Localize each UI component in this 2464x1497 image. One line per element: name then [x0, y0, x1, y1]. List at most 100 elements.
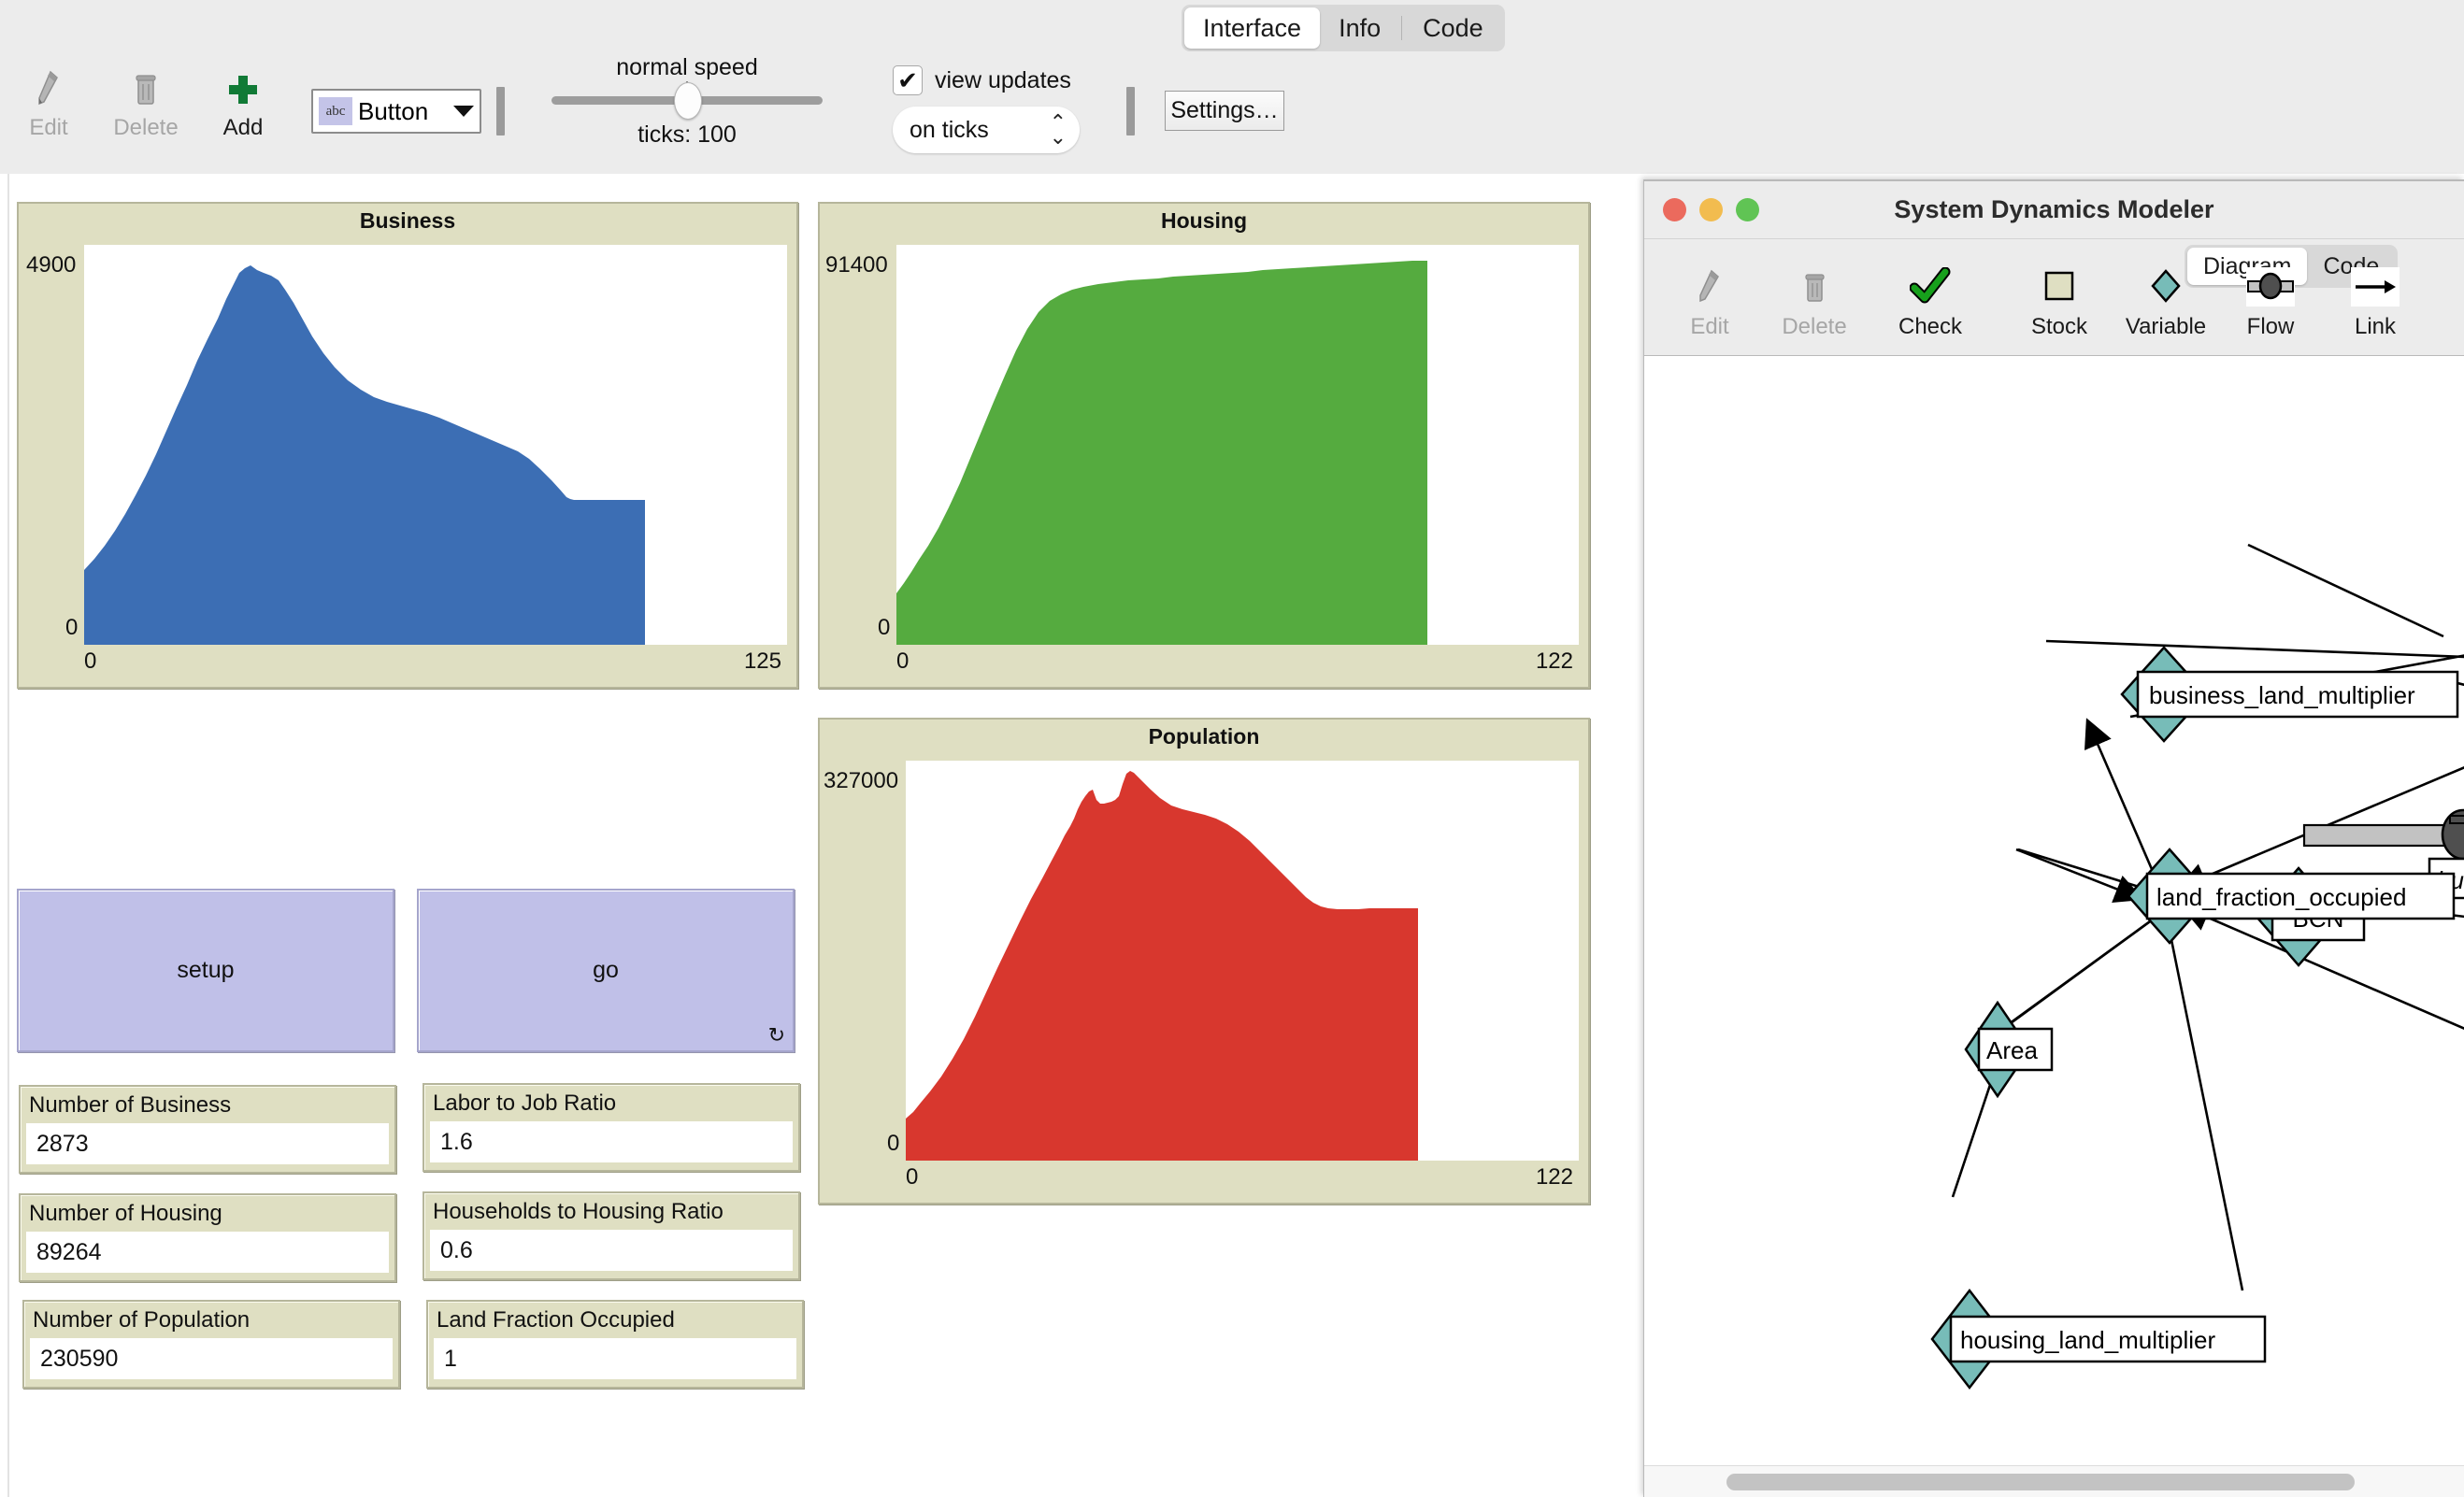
delete-label: Delete — [113, 115, 178, 141]
tab-code[interactable]: Code — [1404, 7, 1502, 49]
speed-slider-knob[interactable] — [674, 82, 702, 120]
sdm-stock-button[interactable]: Stock — [2007, 265, 2112, 340]
node-area: Area — [1966, 1003, 2052, 1096]
go-button[interactable]: go ↻ — [417, 889, 795, 1052]
speed-slider[interactable] — [552, 96, 823, 105]
setup-button[interactable]: setup — [17, 889, 394, 1052]
sdm-delete-label: Delete — [1782, 314, 1846, 340]
housing-ymin-label: 0 — [878, 615, 890, 641]
ticks-counter: ticks: 100 — [552, 121, 823, 149]
number-of-business-monitor[interactable]: Number of Business 2873 — [19, 1085, 396, 1174]
trash-icon — [129, 67, 163, 110]
population-ymax-label: 327000 — [824, 768, 898, 794]
number-of-population-label: Number of Population — [24, 1302, 398, 1338]
forever-icon: ↻ — [768, 1025, 785, 1046]
system-dynamics-modeler-window: System Dynamics Modeler Diagram Code Edi… — [1643, 179, 2464, 1497]
households-to-housing-ratio-label: Households to Housing Ratio — [424, 1193, 798, 1230]
link-icon — [2351, 265, 2400, 308]
canvas-left-edge — [7, 174, 9, 1497]
housing-xmax-label: 122 — [1536, 649, 1573, 675]
tab-divider — [1401, 16, 1402, 40]
population-plot-title: Population — [820, 720, 1588, 753]
setup-button-label: setup — [177, 957, 234, 984]
sdm-variable-label: Variable — [2126, 314, 2206, 340]
view-updates-label: view updates — [935, 67, 1071, 94]
widget-type-select[interactable]: abc Button — [311, 89, 481, 134]
add-button[interactable]: Add — [194, 67, 292, 141]
chevron-down-icon — [453, 106, 474, 117]
sdm-check-button[interactable]: Check — [1878, 265, 1983, 340]
svg-text:Area: Area — [1986, 1036, 2038, 1064]
node-housing-land-multiplier: housing_land_multiplier — [1932, 1290, 2265, 1388]
stock-icon — [2038, 265, 2081, 308]
svg-text:business_land_multiplier: business_land_multiplier — [2149, 681, 2415, 709]
sdm-variable-button[interactable]: Variable — [2113, 265, 2218, 340]
households-to-housing-ratio-monitor[interactable]: Households to Housing Ratio 0.6 — [423, 1191, 800, 1280]
sdm-edit-button[interactable]: Edit — [1657, 265, 1762, 340]
business-ymin-label: 0 — [65, 615, 78, 641]
settings-button[interactable]: Settings… — [1165, 91, 1284, 131]
population-plot-area — [906, 761, 1579, 1161]
sdm-flow-button[interactable]: Flow — [2218, 265, 2323, 340]
update-mode-value: on ticks — [910, 117, 1050, 144]
edit-label: Edit — [29, 115, 67, 141]
number-of-housing-value: 89264 — [26, 1232, 389, 1273]
households-to-housing-ratio-value: 0.6 — [430, 1230, 793, 1271]
trash-icon — [1798, 265, 1830, 308]
housing-xmin-label: 0 — [896, 649, 909, 675]
sdm-stock-label: Stock — [2031, 314, 2087, 340]
stepper-icon: ⌃⌄ — [1050, 116, 1067, 143]
population-plot[interactable]: Population 327000 0 0 122 — [818, 718, 1590, 1205]
housing-plot[interactable]: Housing 91400 0 0 122 — [818, 202, 1590, 689]
delete-button[interactable]: Delete — [97, 67, 194, 141]
labor-to-job-ratio-monitor[interactable]: Labor to Job Ratio 1.6 — [423, 1083, 800, 1172]
land-fraction-occupied-value: 1 — [434, 1338, 796, 1379]
view-updates-checkbox[interactable]: ✔ — [893, 65, 923, 95]
sdm-edit-label: Edit — [1690, 314, 1728, 340]
svg-text:land_fraction_occupied: land_fraction_occupied — [2156, 883, 2406, 911]
labor-to-job-ratio-label: Labor to Job Ratio — [424, 1085, 798, 1121]
number-of-housing-label: Number of Housing — [21, 1195, 394, 1232]
sdm-scrollbar-thumb[interactable] — [1726, 1474, 2355, 1490]
business-plot[interactable]: Business 4900 0 0 125 — [17, 202, 798, 689]
business-plot-title: Business — [19, 204, 796, 237]
toolbar-separator-1 — [496, 87, 505, 135]
labor-to-job-ratio-value: 1.6 — [430, 1121, 793, 1162]
business-plot-area — [84, 245, 787, 645]
speed-control: normal speed ticks: 100 — [552, 54, 823, 149]
check-icon — [1910, 265, 1951, 308]
sdm-window-title: System Dynamics Modeler — [1644, 195, 2464, 224]
flow-icon — [2246, 265, 2295, 308]
add-label: Add — [223, 115, 264, 141]
number-of-housing-monitor[interactable]: Number of Housing 89264 — [19, 1193, 396, 1282]
sdm-horizontal-scrollbar[interactable] — [1644, 1465, 2464, 1497]
pencil-icon — [32, 67, 65, 110]
number-of-population-monitor[interactable]: Number of Population 230590 — [22, 1300, 400, 1389]
tab-interface[interactable]: Interface — [1184, 7, 1320, 49]
update-mode-select[interactable]: on ticks ⌃⌄ — [893, 107, 1080, 153]
housing-plot-title: Housing — [820, 204, 1588, 237]
sdm-link-label: Link — [2355, 314, 2396, 340]
sdm-toolbar: Diagram Code Edit — [1644, 239, 2464, 355]
population-xmax-label: 122 — [1536, 1164, 1573, 1190]
edit-button[interactable]: Edit — [0, 67, 97, 141]
business-ymax-label: 4900 — [26, 252, 76, 278]
tab-info[interactable]: Info — [1320, 7, 1399, 49]
sdm-link-button[interactable]: Link — [2323, 265, 2428, 340]
sdm-delete-button[interactable]: Delete — [1762, 265, 1867, 340]
variable-icon — [2144, 265, 2187, 308]
land-fraction-occupied-monitor[interactable]: Land Fraction Occupied 1 — [426, 1300, 804, 1389]
number-of-business-value: 2873 — [26, 1123, 389, 1164]
node-business-land-multiplier: business_land_multiplier — [2122, 648, 2457, 741]
population-ymin-label: 0 — [887, 1131, 899, 1157]
housing-ymax-label: 91400 — [825, 252, 888, 278]
sdm-diagram-canvas[interactable]: BCN busi business_land_multiplier — [1644, 355, 2464, 1467]
number-of-population-value: 230590 — [30, 1338, 393, 1379]
go-button-label: go — [593, 957, 619, 984]
sdm-check-label: Check — [1898, 314, 1962, 340]
view-updates-control: ✔ view updates on ticks ⌃⌄ — [893, 65, 1080, 153]
netlogo-toolbar: Interface Info Code Edit — [0, 0, 2464, 174]
business-xmin-label: 0 — [84, 649, 96, 675]
number-of-business-label: Number of Business — [21, 1087, 394, 1123]
housing-plot-area — [896, 245, 1579, 645]
